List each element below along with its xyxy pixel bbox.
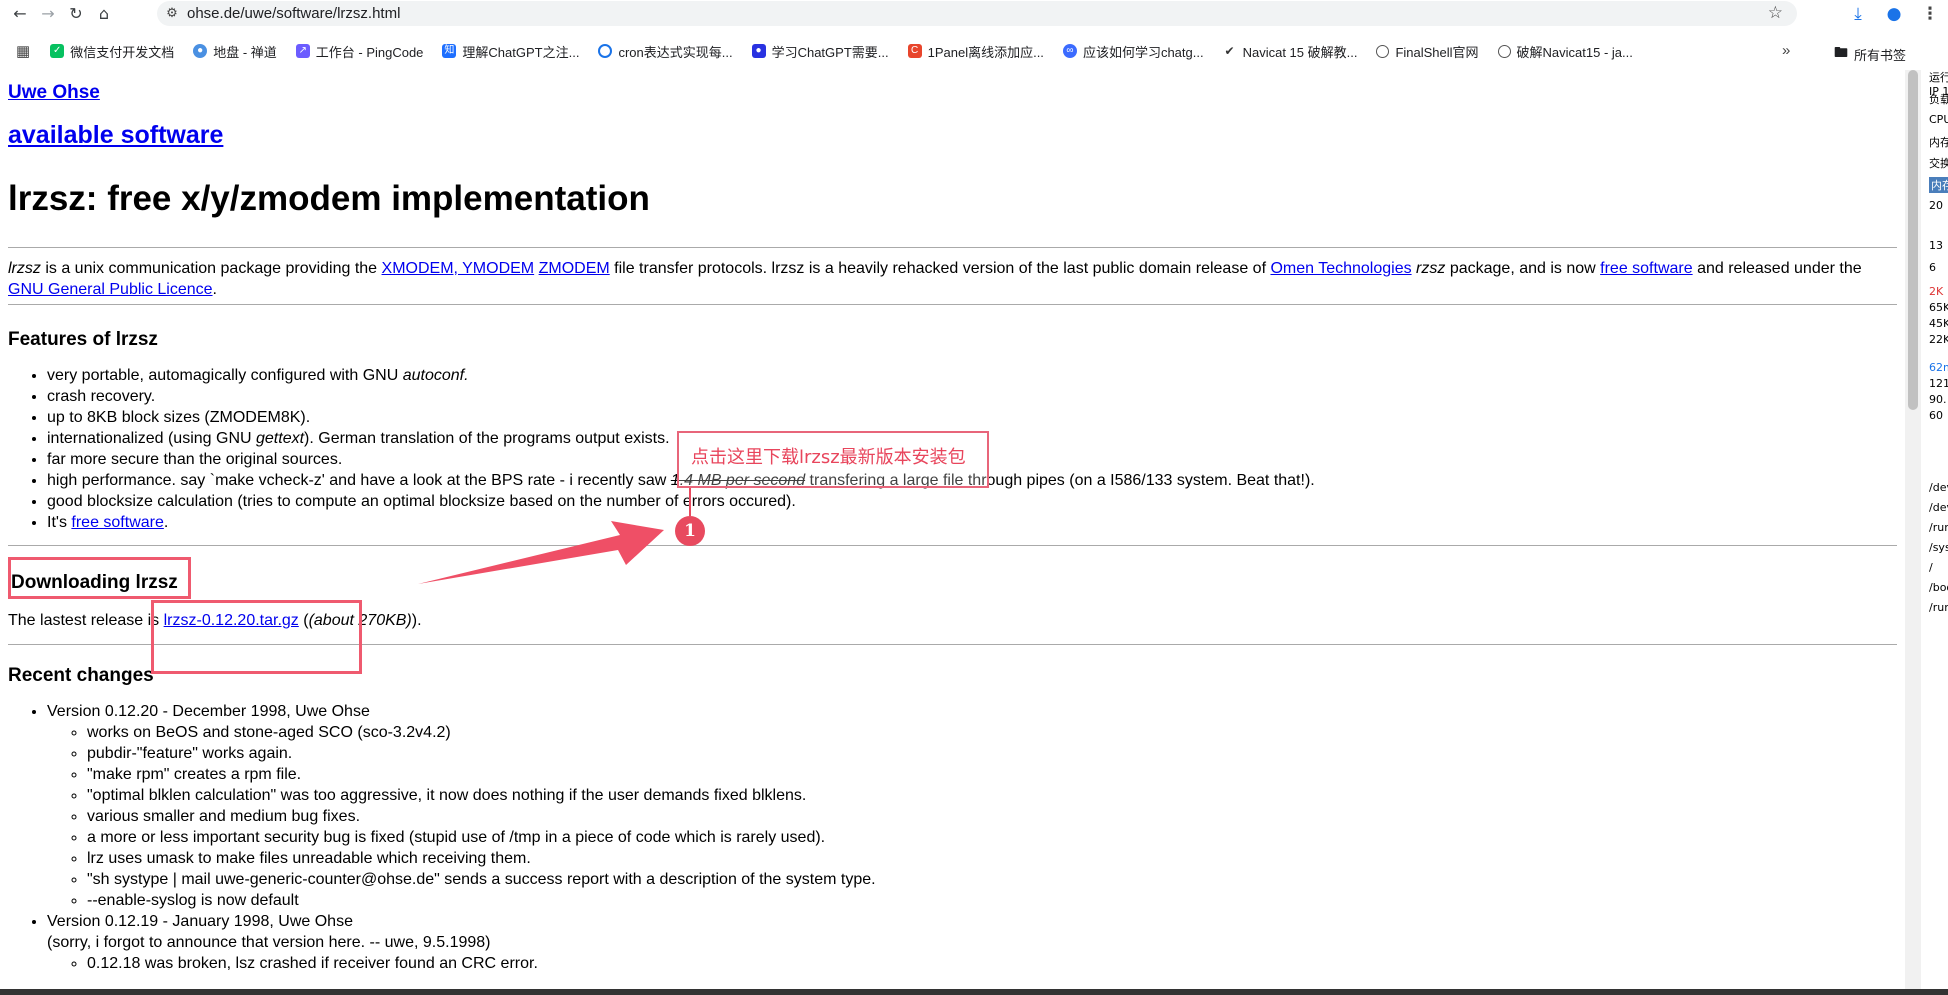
xmodem-ymodem-link[interactable]: XMODEM, YMODEM: [382, 260, 535, 277]
bookmark-item[interactable]: C 1Panel离线添加应...: [907, 42, 1044, 61]
baidu-paw-icon: ●: [751, 44, 766, 58]
browser-toolbar: ← → ↻ ⌂ ⚙ ohse.de/uwe/software/lrzsz.htm…: [0, 0, 1948, 27]
pingcode-icon: ↗: [295, 44, 310, 58]
annotation-callout: 点击这里下载lrzsz最新版本安装包: [677, 431, 989, 488]
zentao-icon: ●: [193, 44, 208, 58]
bookmark-item[interactable]: FinalShell官网: [1376, 42, 1479, 61]
zhihu-icon: 知: [442, 44, 457, 58]
gpl-link[interactable]: GNU General Public Licence: [8, 281, 213, 298]
zmodem-link[interactable]: ZMODEM: [539, 260, 610, 277]
bookmark-item[interactable]: 知理解ChatGPT之注...: [442, 42, 579, 61]
bookmark-star-icon[interactable]: ☆: [1768, 3, 1783, 23]
address-bar[interactable]: ⚙ ohse.de/uwe/software/lrzsz.html ☆: [157, 1, 1797, 26]
list-item: various smaller and medium bug fixes.: [87, 806, 1897, 827]
list-item: Version 0.12.20 - December 1998, Uwe Ohs…: [47, 701, 1897, 911]
bookmark-item[interactable]: ✓ 微信支付开发文档: [50, 42, 174, 61]
forward-arrow-icon[interactable]: →: [34, 0, 62, 27]
author-link[interactable]: Uwe Ohse: [8, 82, 1897, 103]
list-item: a more or less important security bug is…: [87, 827, 1897, 848]
omen-technologies-link[interactable]: Omen Technologies: [1270, 260, 1411, 277]
divider: [8, 545, 1897, 546]
list-item: works on BeOS and stone-aged SCO (sco-3.…: [87, 722, 1897, 743]
scrollbar-thumb[interactable]: [1908, 70, 1918, 410]
bookmark-item[interactable]: cron表达式实现每...: [598, 42, 733, 61]
list-item: "sh systype | mail uwe-generic-counter@o…: [87, 869, 1897, 890]
list-item: very portable, automagically configured …: [47, 365, 1897, 386]
list-item: "optimal blklen calculation" was too agg…: [87, 785, 1897, 806]
free-software-link[interactable]: free software: [71, 514, 163, 531]
url-text[interactable]: ohse.de/uwe/software/lrzsz.html: [187, 5, 400, 22]
bottom-edge: [0, 989, 1948, 995]
list-item: Version 0.12.19 - January 1998, Uwe Ohse…: [47, 911, 1897, 974]
list-item: 0.12.18 was broken, lsz crashed if recei…: [87, 953, 1897, 974]
apps-grid-icon[interactable]: ▦: [16, 42, 30, 60]
navicat-icon: ✔: [1222, 44, 1237, 58]
all-bookmarks-folder[interactable]: 🖿 所有书签: [1834, 42, 1906, 66]
page-content: Uwe Ohse available software lrzsz: free …: [0, 70, 1905, 995]
back-arrow-icon[interactable]: ←: [6, 0, 34, 27]
changes-list: Version 0.12.20 - December 1998, Uwe Ohs…: [8, 701, 1897, 974]
features-heading: Features of lrzsz: [8, 329, 158, 350]
reload-icon[interactable]: ↻: [62, 0, 90, 27]
list-item: crash recovery.: [47, 386, 1897, 407]
bookmarks-overflow-chevron-icon[interactable]: »: [1782, 42, 1790, 59]
list-item: up to 8KB block sizes (ZMODEM8K).: [47, 407, 1897, 428]
intro-paragraph: lrzsz is a unix communication package pr…: [8, 260, 1862, 298]
list-item: pubdir-"feature" works again.: [87, 743, 1897, 764]
bookmarks-bar: ▦ ✓ 微信支付开发文档 ● 地盘 - 禅道 ↗ 工作台 - PingCode 知理解…: [0, 38, 1948, 64]
globe-icon: [1376, 44, 1390, 58]
step-number-badge: 1: [675, 516, 705, 546]
version-notes: 0.12.18 was broken, lsz crashed if recei…: [47, 953, 1897, 974]
downloading-highlight-box: [8, 557, 191, 599]
csdn-icon: C: [907, 44, 922, 58]
chatgpt-link-icon: ∞: [1062, 44, 1077, 58]
download-icon[interactable]: ⤓: [1840, 4, 1876, 24]
download-link-highlight-box: [151, 600, 362, 674]
version-notes: works on BeOS and stone-aged SCO (sco-3.…: [47, 722, 1897, 911]
free-software-link[interactable]: free software: [1600, 260, 1692, 277]
list-item: It's free software.: [47, 512, 1897, 533]
bookmark-item[interactable]: ● 学习ChatGPT需要...: [751, 42, 889, 61]
bookmark-item[interactable]: ∞ 应该如何学习chatg...: [1062, 42, 1204, 61]
wechat-pay-icon: ✓: [50, 44, 65, 58]
system-monitor-panel: 运行 IP 1 负载 CPU 内存 交换 内存 20 13 6 2K 65K 4…: [1926, 63, 1948, 995]
list-item: good blocksize calculation (tries to com…: [47, 491, 1897, 512]
cron-icon: [598, 44, 613, 58]
list-item: "make rpm" creates a rpm file.: [87, 764, 1897, 785]
home-icon[interactable]: ⌂: [90, 0, 118, 27]
downloading-heading: Downloading lrzsz: [11, 572, 178, 593]
page-title: lrzsz: free x/y/zmodem implementation: [8, 179, 650, 218]
list-item: --enable-syslog is now default: [87, 890, 1897, 911]
list-item: lrz uses umask to make files unreadable …: [87, 848, 1897, 869]
globe-icon: [1497, 44, 1511, 58]
page-scrollbar[interactable]: [1905, 70, 1921, 995]
divider: [8, 247, 1897, 248]
bookmark-item[interactable]: ✔ Navicat 15 破解教...: [1222, 42, 1357, 61]
bookmark-item[interactable]: ● 地盘 - 禅道: [193, 42, 277, 61]
bookmark-item[interactable]: ↗ 工作台 - PingCode: [295, 42, 423, 61]
available-software-link[interactable]: available software: [8, 123, 1897, 148]
menu-kebab-icon[interactable]: ⋮: [1912, 4, 1948, 24]
divider: [8, 304, 1897, 305]
site-settings-icon[interactable]: ⚙: [161, 6, 183, 21]
profile-avatar-icon[interactable]: ●: [1876, 4, 1912, 24]
folder-icon: 🖿: [1834, 44, 1848, 60]
bookmark-item[interactable]: 破解Navicat15 - ja...: [1497, 42, 1633, 61]
